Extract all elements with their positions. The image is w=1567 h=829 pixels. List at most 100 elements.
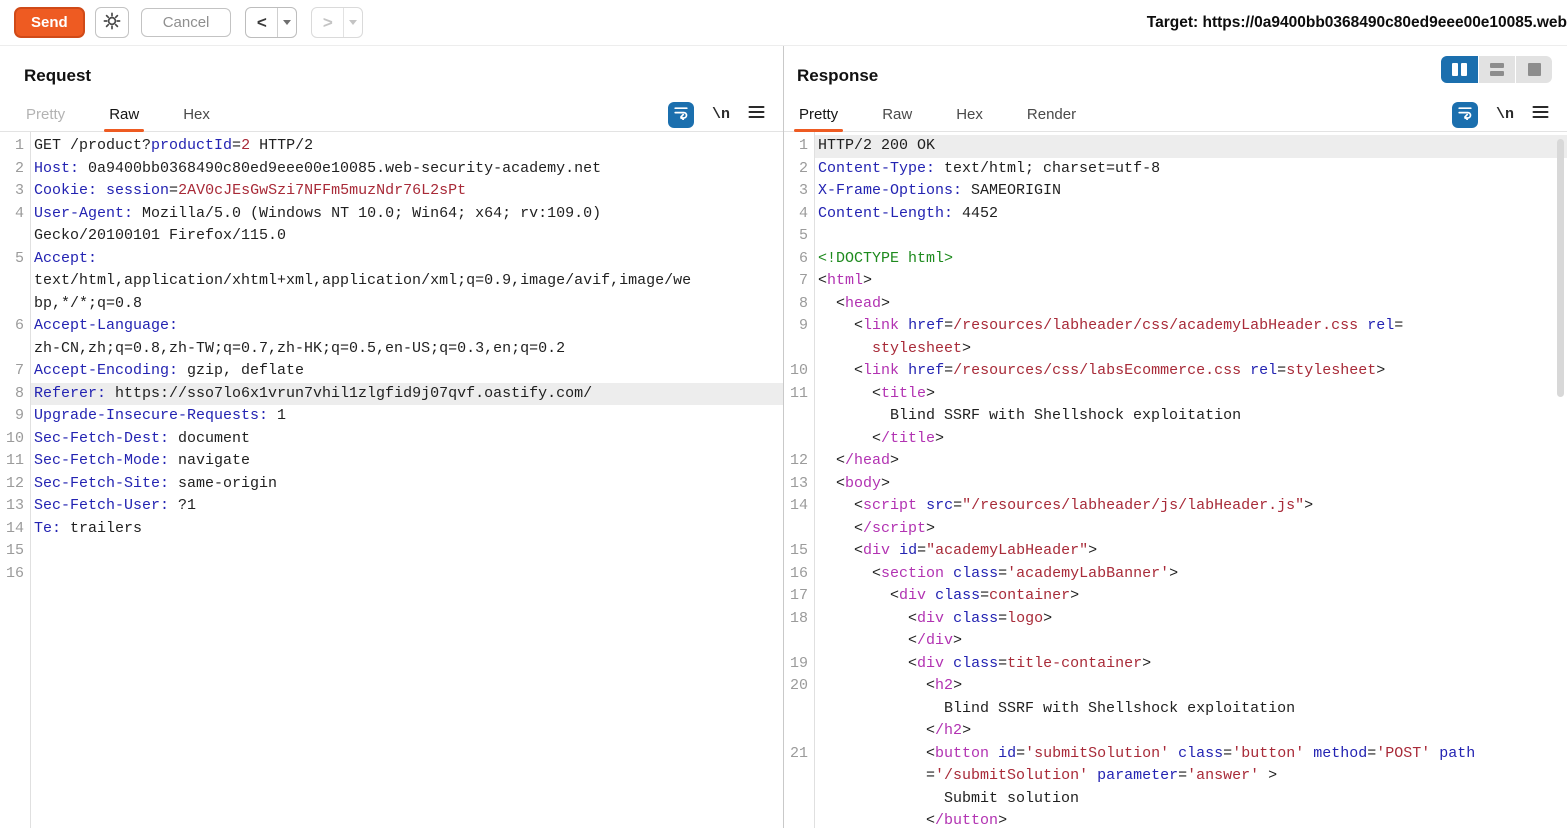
line-content[interactable]: <title> xyxy=(814,383,1567,406)
line-content[interactable]: Gecko/20100101 Firefox/115.0 xyxy=(30,225,783,248)
response-tab-render[interactable]: Render xyxy=(1025,98,1078,131)
line-content[interactable]: <div class=container> xyxy=(814,585,1567,608)
response-tab-pretty[interactable]: Pretty xyxy=(797,98,840,131)
line-number: 5 xyxy=(784,225,814,248)
line-content[interactable] xyxy=(814,225,1567,248)
line-number xyxy=(0,270,30,293)
line-number: 10 xyxy=(784,360,814,383)
line-content[interactable]: <head> xyxy=(814,293,1567,316)
line-content[interactable]: Sec-Fetch-Mode: navigate xyxy=(30,450,783,473)
show-newlines-toggle[interactable]: \n xyxy=(712,106,730,123)
forward-button[interactable]: > xyxy=(312,8,344,37)
line-content[interactable]: <button id='submitSolution' class='butto… xyxy=(814,743,1567,766)
line-content[interactable]: </button> xyxy=(814,810,1567,828)
line-content[interactable]: Content-Type: text/html; charset=utf-8 xyxy=(814,158,1567,181)
response-menu-button[interactable] xyxy=(1532,105,1549,124)
line-content[interactable] xyxy=(30,563,783,586)
layout-rows-button[interactable] xyxy=(1478,56,1515,83)
line-content[interactable]: <script src="/resources/labheader/js/lab… xyxy=(814,495,1567,518)
line-content[interactable]: Cookie: session=2AV0cJEsGwSzi7NFFm5muzNd… xyxy=(30,180,783,203)
line-number xyxy=(0,338,30,361)
line-content[interactable]: Upgrade-Insecure-Requests: 1 xyxy=(30,405,783,428)
line-content[interactable]: <div class=title-container> xyxy=(814,653,1567,676)
line-content[interactable]: Te: trailers xyxy=(30,518,783,541)
code-line: 4Content-Length: 4452 xyxy=(784,203,1567,226)
forward-dropdown-button[interactable] xyxy=(344,8,362,37)
line-content[interactable]: Blind SSRF with Shellshock exploitation xyxy=(814,405,1567,428)
line-content[interactable]: User-Agent: Mozilla/5.0 (Windows NT 10.0… xyxy=(30,203,783,226)
code-line: </div> xyxy=(784,630,1567,653)
response-tab-hex[interactable]: Hex xyxy=(954,98,985,131)
response-tab-raw[interactable]: Raw xyxy=(880,98,914,131)
line-content[interactable]: <div id="academyLabHeader"> xyxy=(814,540,1567,563)
request-tab-pretty[interactable]: Pretty xyxy=(24,98,67,131)
layout-columns-button[interactable] xyxy=(1441,56,1478,83)
response-title: Response xyxy=(797,64,1549,88)
request-menu-button[interactable] xyxy=(748,105,765,124)
request-tab-hex[interactable]: Hex xyxy=(181,98,212,131)
show-newlines-toggle[interactable]: \n xyxy=(1496,106,1514,123)
line-content[interactable]: X-Frame-Options: SAMEORIGIN xyxy=(814,180,1567,203)
line-content[interactable]: Accept-Language: xyxy=(30,315,783,338)
line-content[interactable]: text/html,application/xhtml+xml,applicat… xyxy=(30,270,783,293)
request-panel-header: Request PrettyRawHex \n xyxy=(0,46,783,132)
line-content[interactable]: </h2> xyxy=(814,720,1567,743)
code-line: 2Host: 0a9400bb0368490c80ed9eee00e10085.… xyxy=(0,158,783,181)
line-content[interactable]: <body> xyxy=(814,473,1567,496)
code-line: 10Sec-Fetch-Dest: document xyxy=(0,428,783,451)
line-number: 16 xyxy=(784,563,814,586)
line-content[interactable]: <section class='academyLabBanner'> xyxy=(814,563,1567,586)
line-content[interactable]: ='/submitSolution' parameter='answer' > xyxy=(814,765,1567,788)
line-content[interactable]: <h2> xyxy=(814,675,1567,698)
line-content[interactable]: </head> xyxy=(814,450,1567,473)
code-line: Blind SSRF with Shellshock exploitation xyxy=(784,405,1567,428)
send-settings-button[interactable] xyxy=(95,7,129,38)
code-line: 17 <div class=container> xyxy=(784,585,1567,608)
single-layout-icon xyxy=(1528,63,1541,76)
line-content[interactable]: Accept: xyxy=(30,248,783,271)
layout-single-button[interactable] xyxy=(1515,56,1552,83)
line-number xyxy=(0,225,30,248)
line-content[interactable]: Blind SSRF with Shellshock exploitation xyxy=(814,698,1567,721)
line-content[interactable]: bp,*/*;q=0.8 xyxy=(30,293,783,316)
request-tabbar: Pretty Raw Hex \n xyxy=(0,98,783,132)
line-content[interactable]: Accept-Encoding: gzip, deflate xyxy=(30,360,783,383)
line-content[interactable]: Sec-Fetch-Dest: document xyxy=(30,428,783,451)
code-line: 13Sec-Fetch-User: ?1 xyxy=(0,495,783,518)
word-wrap-toggle[interactable] xyxy=(1452,102,1478,128)
line-content[interactable]: Sec-Fetch-User: ?1 xyxy=(30,495,783,518)
line-content[interactable]: Referer: https://sso7lo6x1vrun7vhil1zlgf… xyxy=(30,383,783,406)
request-tab-raw[interactable]: Raw xyxy=(107,98,141,131)
line-content[interactable]: </title> xyxy=(814,428,1567,451)
line-content[interactable]: <!DOCTYPE html> xyxy=(814,248,1567,271)
line-content[interactable]: <link href=/resources/css/labsEcommerce.… xyxy=(814,360,1567,383)
line-content[interactable]: Host: 0a9400bb0368490c80ed9eee00e10085.w… xyxy=(30,158,783,181)
line-content[interactable]: <link href=/resources/labheader/css/acad… xyxy=(814,315,1567,338)
word-wrap-toggle[interactable] xyxy=(668,102,694,128)
line-content[interactable]: <div class=logo> xyxy=(814,608,1567,631)
line-number: 14 xyxy=(0,518,30,541)
line-content[interactable]: GET /product?productId=2 HTTP/2 xyxy=(30,135,783,158)
caret-down-icon xyxy=(283,20,291,25)
response-editor-icons: \n xyxy=(1452,102,1549,128)
line-content[interactable]: HTTP/2 200 OK xyxy=(814,135,1567,158)
line-content[interactable]: </div> xyxy=(814,630,1567,653)
line-content[interactable]: <html> xyxy=(814,270,1567,293)
response-scrollbar[interactable] xyxy=(1557,139,1564,397)
code-line: 2Content-Type: text/html; charset=utf-8 xyxy=(784,158,1567,181)
back-button[interactable]: < xyxy=(246,8,278,37)
line-number xyxy=(784,518,814,541)
back-dropdown-button[interactable] xyxy=(278,8,296,37)
cancel-button[interactable]: Cancel xyxy=(141,8,232,37)
line-content[interactable]: zh-CN,zh;q=0.8,zh-TW;q=0.7,zh-HK;q=0.5,e… xyxy=(30,338,783,361)
history-back-group: < xyxy=(245,7,297,38)
send-button[interactable]: Send xyxy=(14,7,85,38)
line-content[interactable]: stylesheet> xyxy=(814,338,1567,361)
line-content[interactable] xyxy=(30,540,783,563)
code-line: 1HTTP/2 200 OK xyxy=(784,135,1567,158)
line-content[interactable]: Content-Length: 4452 xyxy=(814,203,1567,226)
line-content[interactable]: Submit solution xyxy=(814,788,1567,811)
line-content[interactable]: Sec-Fetch-Site: same-origin xyxy=(30,473,783,496)
code-line: 15 xyxy=(0,540,783,563)
line-content[interactable]: </script> xyxy=(814,518,1567,541)
